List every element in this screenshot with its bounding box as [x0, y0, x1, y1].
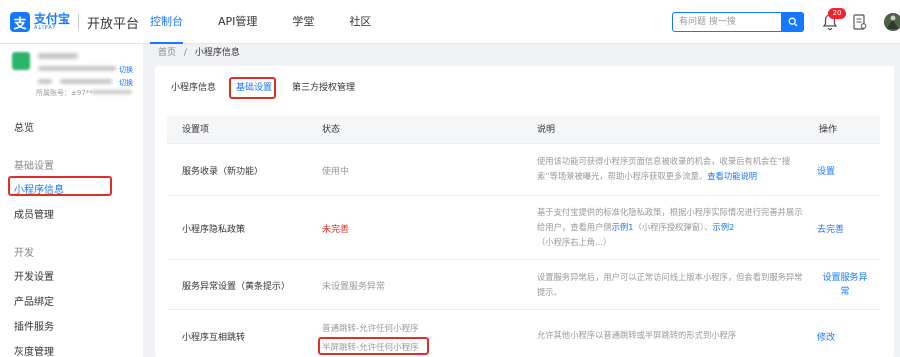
- nav-api[interactable]: API管理: [218, 0, 257, 44]
- feature-doc-link[interactable]: 查看功能说明: [707, 171, 757, 181]
- app-info-card: 切换 切换 所属账号：±97**: [12, 50, 137, 98]
- sidebar-item-plugin[interactable]: 插件服务: [14, 318, 54, 333]
- sidebar: 切换 切换 所属账号：±97** 总览 基础设置 小程序信息 成员管理 开发 开…: [0, 44, 143, 357]
- sidebar-group-dev: 开发: [14, 248, 34, 259]
- table-row: 服务异常设置（黄条提示） 未设置服务异常 设置服务异常后，用户可以正常访问线上版…: [167, 260, 880, 310]
- highlight-box-tab: [229, 77, 276, 99]
- switch-account-link[interactable]: 切换: [119, 78, 133, 88]
- logo-name: 支付宝 ALIPAY: [34, 13, 70, 31]
- sidebar-item-members[interactable]: 成员管理: [14, 206, 54, 221]
- app-id-blurred: [38, 66, 116, 71]
- app-meta-blurred: [38, 79, 52, 84]
- app-icon: [12, 52, 30, 70]
- logo-name-cn: 支付宝: [34, 12, 71, 26]
- notification-badge: 20: [828, 8, 846, 19]
- sidebar-item-gray[interactable]: 灰度管理: [14, 343, 54, 357]
- search-icon: [788, 17, 797, 27]
- row-action-complete[interactable]: 去完善: [817, 222, 844, 235]
- breadcrumb-current: 小程序信息: [194, 48, 240, 58]
- sidebar-item-overview[interactable]: 总览: [14, 119, 34, 134]
- nav-academy[interactable]: 学堂: [292, 0, 314, 44]
- row-item-name: 小程序隐私政策: [182, 225, 246, 235]
- logo-divider: [78, 14, 80, 30]
- alipay-logo[interactable]: 支 支付宝 ALIPAY 开放平台: [10, 11, 139, 33]
- row-item-name: 服务异常设置（黄条提示）: [182, 282, 291, 292]
- search-button[interactable]: [781, 12, 804, 32]
- tab-third-party-auth[interactable]: 第三方授权管理: [292, 80, 355, 96]
- top-nav: 控制台 API管理 学堂 社区: [150, 0, 406, 44]
- account-id: 所属账号：±97**: [36, 89, 93, 97]
- row-action-modify[interactable]: 修改: [817, 330, 835, 343]
- row-status: 使用中: [322, 167, 350, 177]
- row-item-name: 服务收录（新功能）: [182, 167, 264, 177]
- column-header-action: 操作: [819, 125, 838, 135]
- sidebar-group-basic: 基础设置: [14, 161, 54, 172]
- example1-link[interactable]: 示例1: [612, 222, 634, 232]
- app-meta-blurred-2: [60, 79, 112, 84]
- table-row: 小程序隐私政策 未完善 基于支付宝提供的标准化隐私政策，根据小程序实际情况进行完…: [167, 196, 880, 260]
- sidebar-item-dev-settings[interactable]: 开发设置: [14, 268, 54, 283]
- breadcrumb: 首页 / 小程序信息: [158, 45, 240, 58]
- switch-app-link[interactable]: 切换: [119, 65, 133, 75]
- row-status-normal-jump: 普通跳转-允许任何小程序: [322, 324, 419, 334]
- row-action-set-exception[interactable]: 设置服务异常: [819, 271, 871, 299]
- breadcrumb-home[interactable]: 首页: [158, 48, 176, 58]
- logo-product-name: 开放平台: [87, 16, 140, 32]
- account-id-blurred: [92, 90, 132, 94]
- row-description: 设置服务异常后，用户可以正常访问线上版本小程序，但会看到服务异常提示。: [537, 272, 803, 297]
- search-box: [672, 12, 804, 32]
- alipay-logo-icon: 支: [10, 12, 30, 32]
- main-card: 小程序信息 基础设置 第三方授权管理 设置项 状态 说明 操作 服务收录（新功能…: [155, 66, 894, 357]
- row-description: 使用该功能可获得小程序页面信息被收录的机会，收录后有机会在“搜索”等场景被曝光，…: [537, 156, 791, 181]
- top-bar: 支 支付宝 ALIPAY 开放平台 控制台 API管理 学堂 社区 20: [0, 0, 900, 44]
- app-name-blurred: [38, 53, 78, 59]
- column-header-item: 设置项: [182, 125, 210, 135]
- logo-name-en: ALIPAY: [34, 25, 57, 31]
- table-row: 小程序互相跳转 普通跳转-允许任何小程序 半屏跳转-允许任何小程序 允许其他小程…: [167, 310, 880, 357]
- table-row: 服务收录（新功能） 使用中 使用该功能可获得小程序页面信息被收录的机会，收录后有…: [167, 144, 880, 196]
- nav-community[interactable]: 社区: [349, 0, 371, 44]
- table-header: 设置项 状态 说明 操作: [167, 116, 880, 144]
- row-status: 未设置服务异常: [322, 282, 386, 292]
- row-description: 基于支付宝提供的标准化隐私政策，根据小程序实际情况进行完善并展示给用户，查看用户…: [537, 207, 803, 247]
- breadcrumb-separator: /: [183, 48, 187, 58]
- sidebar-item-product-bind[interactable]: 产品绑定: [14, 293, 54, 308]
- row-status: 未完善: [322, 225, 350, 235]
- tab-app-info[interactable]: 小程序信息: [171, 80, 216, 96]
- search-input[interactable]: [673, 13, 781, 31]
- column-header-description: 说明: [537, 125, 556, 135]
- nav-console[interactable]: 控制台: [150, 0, 183, 44]
- row-item-name: 小程序互相跳转: [182, 333, 246, 343]
- highlight-box-status: [318, 337, 429, 355]
- highlight-box-sidebar: [8, 176, 112, 196]
- document-icon[interactable]: [853, 14, 867, 30]
- example2-link[interactable]: 示例2: [712, 222, 734, 232]
- row-action-setup[interactable]: 设置: [817, 164, 835, 177]
- user-avatar[interactable]: [884, 13, 900, 31]
- row-description: 允许其他小程序以普通跳转或半屏跳转的形式到小程序: [537, 330, 737, 340]
- column-header-status: 状态: [322, 125, 341, 135]
